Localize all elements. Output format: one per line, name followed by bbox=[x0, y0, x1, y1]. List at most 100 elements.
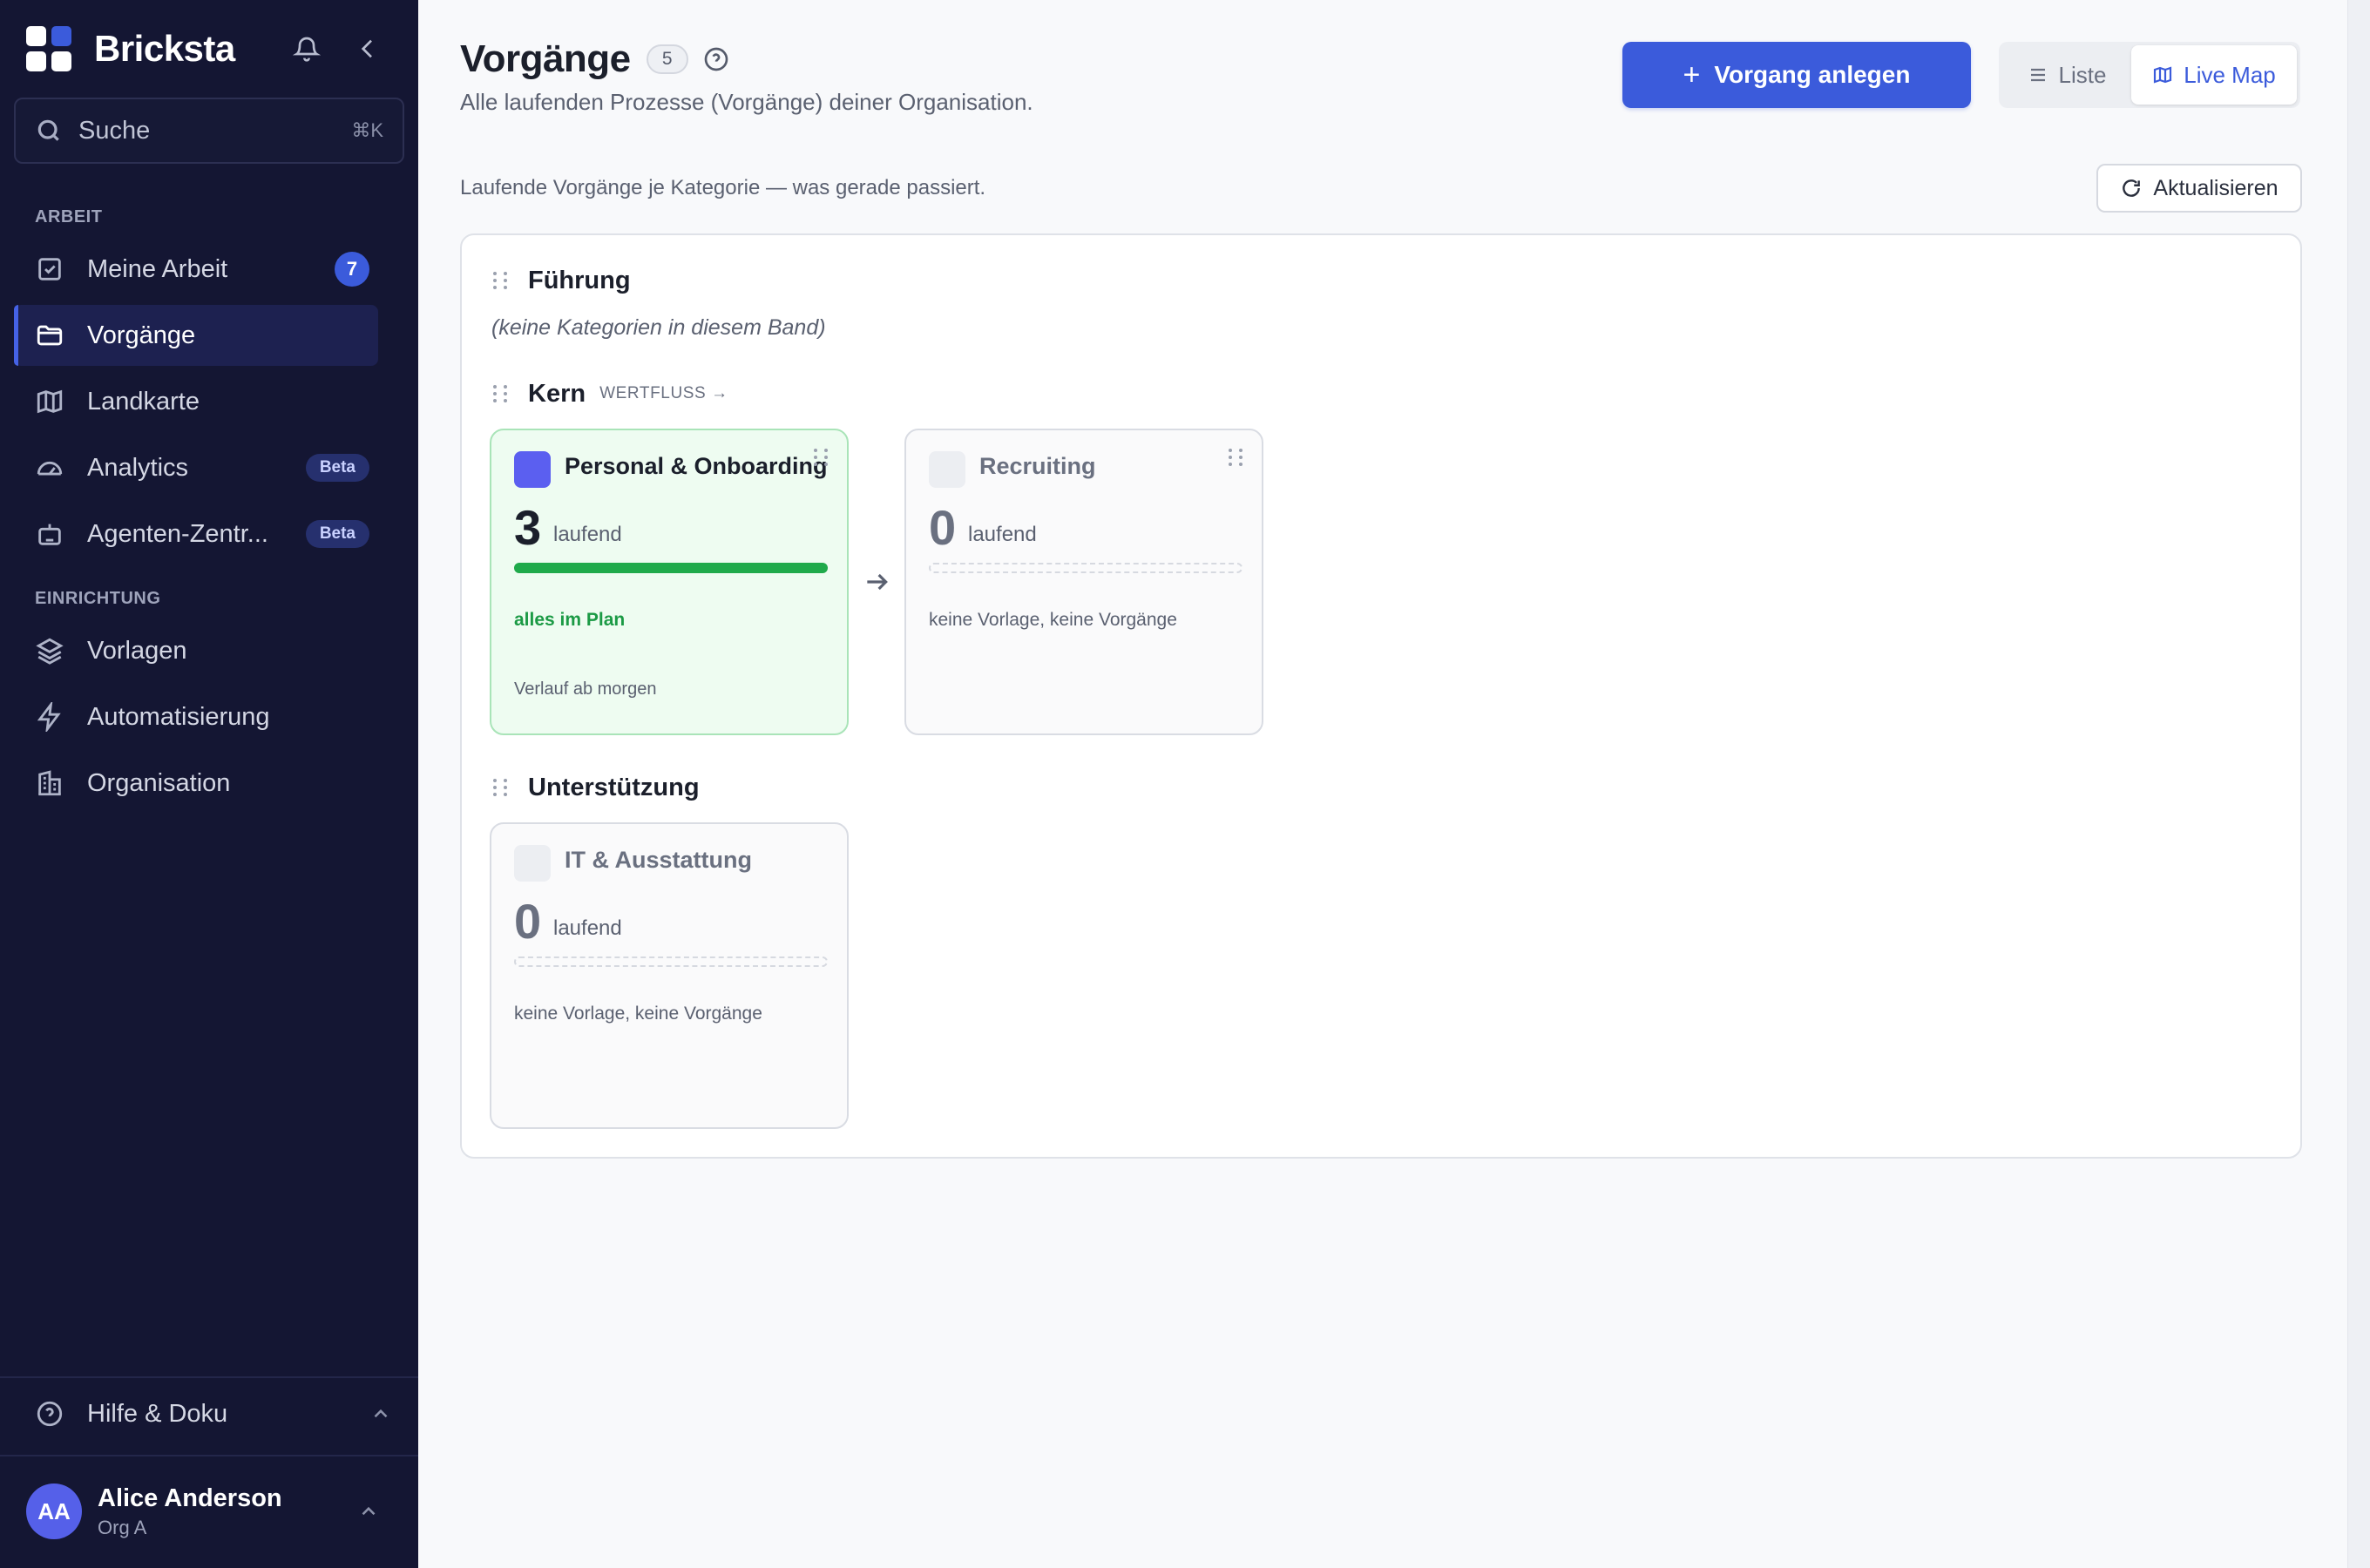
progress-bar-empty bbox=[514, 956, 828, 967]
search-input[interactable]: Suche ⌘K bbox=[14, 98, 404, 164]
collapse-sidebar-icon[interactable] bbox=[349, 30, 387, 68]
sidebar-item-label: Vorgänge bbox=[87, 321, 196, 349]
category-title: IT & Ausstattung bbox=[565, 847, 752, 873]
drag-handle-icon[interactable] bbox=[814, 446, 830, 469]
running-count-label: laufend bbox=[553, 916, 622, 940]
sidebar-item-label: Automatisierung bbox=[87, 702, 270, 731]
refresh-label: Aktualisieren bbox=[2153, 175, 2279, 200]
band-header-kern: Kern WERTFLUSS → bbox=[493, 376, 728, 411]
sidebar-item-automatisierung[interactable]: Automatisierung bbox=[14, 686, 378, 747]
refresh-icon bbox=[2123, 179, 2141, 197]
page-title-text: Vorgänge bbox=[460, 37, 631, 80]
band-empty-text: (keine Kategorien in diesem Band) bbox=[491, 315, 826, 340]
category-card-recruiting[interactable]: Recruiting 0 laufend keine Vorlage, kein… bbox=[904, 429, 1263, 735]
band-name: Führung bbox=[528, 266, 631, 294]
building-icon bbox=[38, 770, 61, 796]
view-toggle-live-map[interactable]: Live Map bbox=[2131, 45, 2297, 105]
refresh-button[interactable]: Aktualisieren bbox=[2096, 164, 2302, 213]
section-label-arbeit: ARBEIT bbox=[35, 207, 103, 226]
sidebar-item-label: Analytics bbox=[87, 453, 189, 482]
running-count: 0 bbox=[514, 894, 542, 949]
user-info: Alice Anderson Org A bbox=[98, 1484, 357, 1539]
category-color-icon bbox=[929, 451, 965, 488]
chevron-up-icon bbox=[374, 1409, 388, 1418]
sidebar: Bricksta Suche ⌘K ARBEIT Meine Arbeit 7 … bbox=[0, 0, 418, 1568]
sidebar-item-landkarte[interactable]: Landkarte bbox=[14, 371, 378, 432]
help-label: Hilfe & Doku bbox=[87, 1399, 228, 1428]
view-toggle-map-label: Live Map bbox=[2184, 61, 2276, 88]
sidebar-item-agenten-zentrale[interactable]: Agenten-Zentr... Beta bbox=[14, 504, 378, 564]
drag-handle-icon[interactable] bbox=[493, 382, 509, 405]
sidebar-divider bbox=[0, 1376, 418, 1378]
status-text: alles im Plan bbox=[514, 610, 626, 630]
beta-badge: Beta bbox=[305, 454, 369, 482]
lightning-icon bbox=[37, 702, 61, 732]
search-icon bbox=[37, 119, 59, 141]
value-flow-label: WERTFLUSS → bbox=[599, 384, 728, 402]
sidebar-item-label: Vorlagen bbox=[87, 636, 187, 665]
sidebar-item-label: Organisation bbox=[87, 768, 231, 797]
search-shortcut: ⌘K bbox=[351, 119, 383, 141]
progress-bar-empty bbox=[929, 563, 1243, 573]
create-process-label: Vorgang anlegen bbox=[1714, 61, 1911, 88]
bell-icon[interactable] bbox=[288, 30, 326, 68]
live-map-panel: Führung (keine Kategorien in diesem Band… bbox=[460, 233, 2302, 1159]
user-name: Alice Anderson bbox=[98, 1484, 282, 1512]
sidebar-item-label: Agenten-Zentr... bbox=[87, 519, 268, 548]
sidebar-divider bbox=[0, 1455, 418, 1456]
user-org: Org A bbox=[98, 1516, 147, 1538]
sidebar-item-label: Meine Arbeit bbox=[87, 254, 228, 283]
map-icon bbox=[37, 389, 63, 414]
view-toggle-list[interactable]: Liste bbox=[2002, 45, 2131, 105]
map-icon bbox=[2154, 66, 2172, 84]
brand-name: Bricksta bbox=[94, 28, 235, 69]
main-content: Vorgänge 5 Alle laufenden Prozesse (Vorg… bbox=[418, 0, 2347, 1568]
drag-handle-icon[interactable] bbox=[493, 776, 509, 799]
sidebar-item-meine-arbeit[interactable]: Meine Arbeit 7 bbox=[14, 239, 378, 300]
help-and-docs[interactable]: Hilfe & Doku bbox=[14, 1385, 404, 1443]
page-subtitle: Alle laufenden Prozesse (Vorgänge) deine… bbox=[460, 89, 1033, 115]
band-header-fuehrung: Führung bbox=[493, 263, 631, 298]
sidebar-item-organisation[interactable]: Organisation bbox=[14, 753, 378, 814]
list-icon bbox=[2030, 68, 2045, 82]
running-count: 0 bbox=[929, 500, 957, 555]
beta-badge: Beta bbox=[305, 520, 369, 548]
running-count-label: laufend bbox=[968, 523, 1037, 546]
category-color-icon bbox=[514, 845, 551, 882]
band-header-unterstuetzung: Unterstützung bbox=[493, 770, 700, 805]
drag-handle-icon[interactable] bbox=[1229, 446, 1244, 469]
category-card-it-ausstattung[interactable]: IT & Ausstattung 0 laufend keine Vorlage… bbox=[490, 822, 849, 1129]
create-process-button[interactable]: + Vorgang anlegen bbox=[1622, 42, 1971, 108]
history-note: Verlauf ab morgen bbox=[514, 679, 657, 699]
chevron-up-icon bbox=[362, 1506, 376, 1516]
live-map-caption: Laufende Vorgänge je Kategorie — was ger… bbox=[460, 176, 986, 199]
sidebar-item-label: Landkarte bbox=[87, 387, 200, 416]
brand[interactable]: Bricksta bbox=[26, 26, 235, 71]
sidebar-item-analytics[interactable]: Analytics Beta bbox=[14, 437, 378, 498]
band-name: Kern bbox=[528, 379, 586, 408]
bricksta-logo-icon bbox=[26, 26, 71, 71]
count-badge: 7 bbox=[335, 252, 369, 287]
progress-bar-fill bbox=[514, 563, 828, 573]
sidebar-item-vorlagen[interactable]: Vorlagen bbox=[14, 620, 378, 681]
view-toggle: Liste Live Map bbox=[1999, 42, 2300, 108]
scroll-gutter bbox=[2347, 0, 2370, 1568]
band-name: Unterstützung bbox=[528, 773, 700, 801]
running-count-label: laufend bbox=[553, 523, 622, 546]
category-title: Recruiting bbox=[979, 453, 1096, 479]
category-title: Personal & Onboarding bbox=[565, 453, 828, 479]
user-menu[interactable]: AA Alice Anderson Org A bbox=[26, 1481, 392, 1542]
category-color-icon bbox=[514, 451, 551, 488]
avatar: AA bbox=[26, 1484, 82, 1539]
count-badge: 5 bbox=[646, 44, 688, 74]
folder-icon bbox=[37, 325, 63, 346]
status-text: keine Vorlage, keine Vorgänge bbox=[929, 610, 1177, 630]
page-title: Vorgänge 5 bbox=[460, 35, 730, 84]
help-circle-icon bbox=[37, 1401, 63, 1427]
check-square-icon bbox=[38, 258, 61, 280]
help-circle-icon[interactable] bbox=[702, 45, 730, 73]
drag-handle-icon[interactable] bbox=[493, 269, 509, 292]
arrow-right-icon bbox=[863, 568, 890, 596]
category-card-personal-onboarding[interactable]: Personal & Onboarding 3 laufend alles im… bbox=[490, 429, 849, 735]
sidebar-item-vorgaenge[interactable]: Vorgänge bbox=[14, 305, 378, 366]
